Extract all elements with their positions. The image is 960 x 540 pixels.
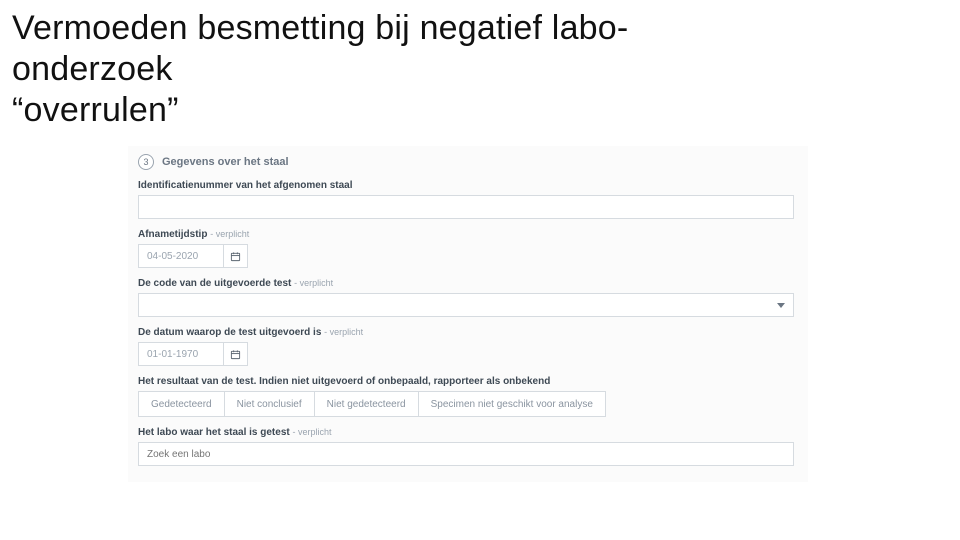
- required-labo: - verplicht: [293, 427, 332, 437]
- section-header: 3 Gegevens over het staal: [138, 154, 798, 170]
- field-labo: Het labo waar het staal is getest - verp…: [138, 427, 798, 466]
- step-number: 3: [143, 157, 148, 167]
- slide-title: Vermoeden besmetting bij negatief labo- …: [0, 0, 960, 130]
- label-test-code: De code van de uitgevoerde test: [138, 278, 291, 289]
- option-not-detected[interactable]: Niet gedetecteerd: [315, 391, 419, 417]
- calendar-icon: [230, 251, 241, 262]
- label-sample-id: Identificatienummer van het afgenomen st…: [138, 180, 353, 191]
- calendar-icon: [230, 349, 241, 360]
- label-result: Het resultaat van de test. Indien niet u…: [138, 376, 550, 387]
- title-line-2: onderzoek: [12, 49, 948, 90]
- label-test-date: De datum waarop de test uitgevoerd is: [138, 327, 321, 338]
- title-line-3: “overrulen”: [12, 90, 948, 131]
- label-sample-time: Afnametijdstip: [138, 229, 207, 240]
- field-test-date: De datum waarop de test uitgevoerd is - …: [138, 327, 798, 366]
- input-sample-time[interactable]: 04-05-2020: [138, 244, 224, 268]
- calendar-button-sample-time[interactable]: [224, 244, 248, 268]
- label-labo: Het labo waar het staal is getest: [138, 427, 290, 438]
- required-test-code: - verplicht: [294, 278, 333, 288]
- select-test-code[interactable]: [138, 293, 794, 317]
- input-test-date[interactable]: 01-01-1970: [138, 342, 224, 366]
- required-test-date: - verplicht: [324, 327, 363, 337]
- field-sample-time: Afnametijdstip - verplicht 04-05-2020: [138, 229, 798, 268]
- option-detected[interactable]: Gedetecteerd: [138, 391, 225, 417]
- option-specimen-unsuitable[interactable]: Specimen niet geschikt voor analyse: [419, 391, 606, 417]
- input-sample-id[interactable]: [138, 195, 794, 219]
- option-not-conclusive[interactable]: Niet conclusief: [225, 391, 315, 417]
- step-number-badge: 3: [138, 154, 154, 170]
- section-title: Gegevens over het staal: [162, 156, 289, 168]
- field-sample-id: Identificatienummer van het afgenomen st…: [138, 180, 798, 219]
- required-sample-time: - verplicht: [210, 229, 249, 239]
- form-panel: 3 Gegevens over het staal Identificatien…: [128, 146, 808, 482]
- result-options-group: Gedetecteerd Niet conclusief Niet gedete…: [138, 391, 798, 417]
- input-labo-search[interactable]: [138, 442, 794, 466]
- field-result: Het resultaat van de test. Indien niet u…: [138, 376, 798, 417]
- chevron-down-icon: [777, 303, 785, 308]
- field-test-code: De code van de uitgevoerde test - verpli…: [138, 278, 798, 317]
- title-line-1: Vermoeden besmetting bij negatief labo-: [12, 8, 948, 49]
- calendar-button-test-date[interactable]: [224, 342, 248, 366]
